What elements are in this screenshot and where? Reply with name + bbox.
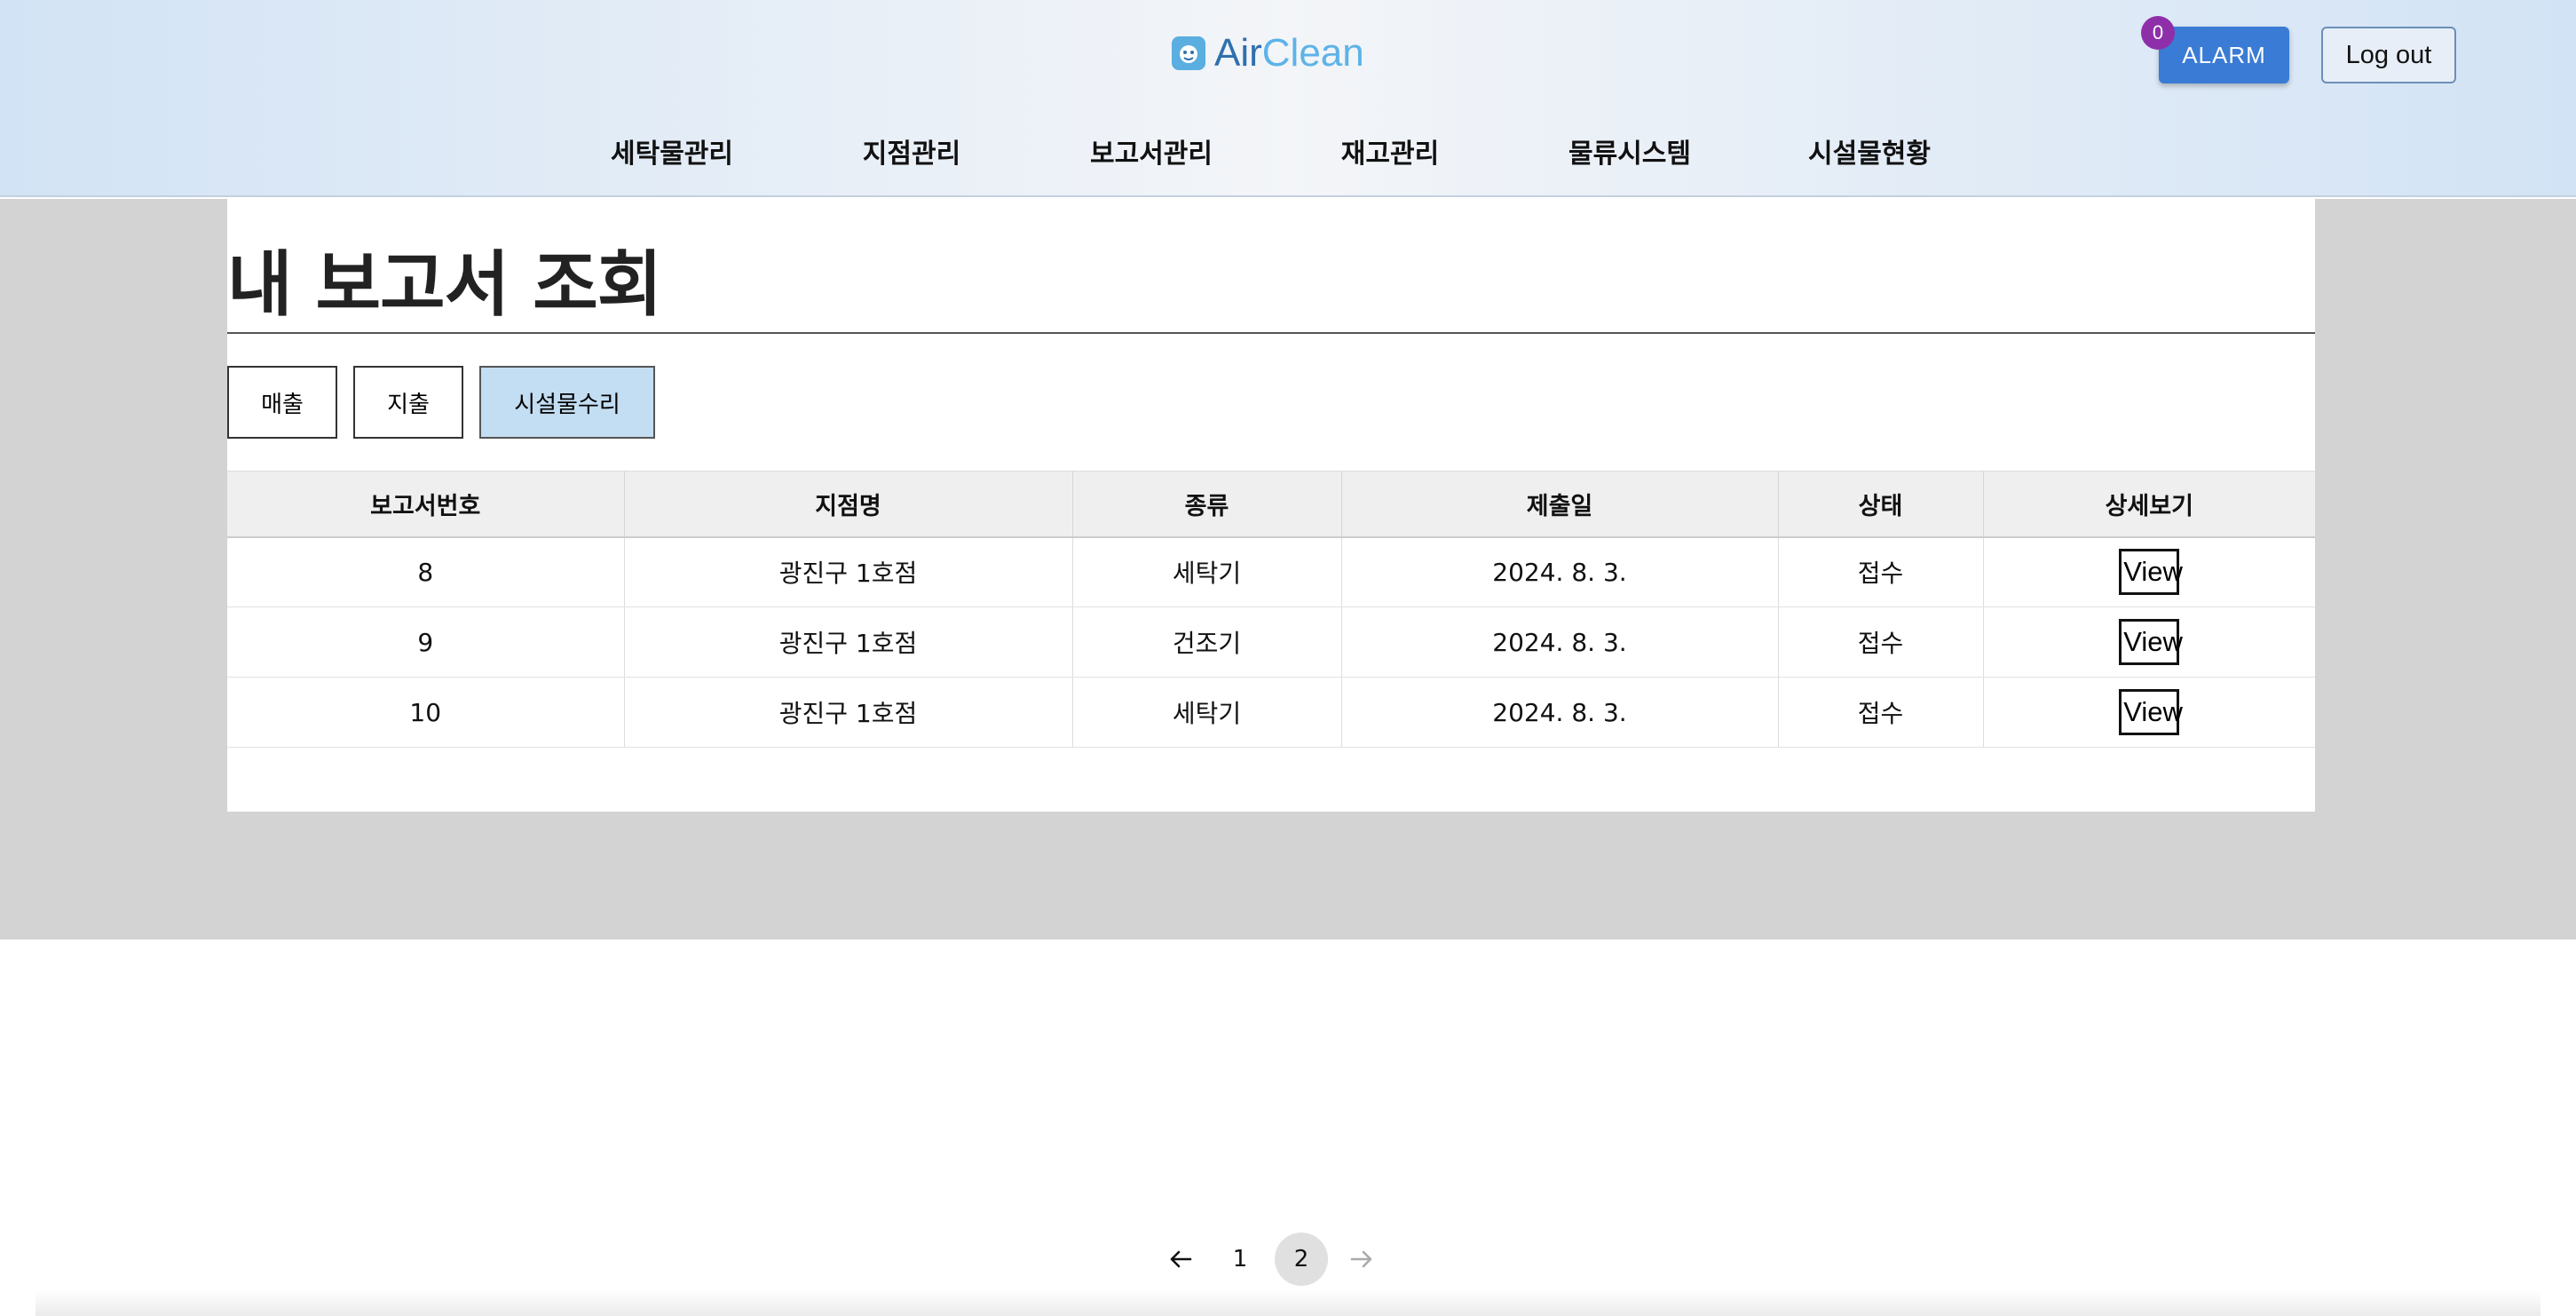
page-button-1[interactable]: 1	[1213, 1233, 1267, 1286]
detail-cell: View	[1983, 606, 2315, 678]
view-button[interactable]: View	[2119, 689, 2183, 735]
pagination: 1 2	[0, 1233, 2576, 1286]
status-cell: 접수	[1778, 677, 1984, 748]
table-row: 10 광진구 1호점 세탁기 2024. 8. 3. 접수 View	[227, 677, 2315, 748]
filter-expense-button[interactable]: 지출	[353, 366, 463, 439]
detail-cell: View	[1983, 677, 2315, 748]
column-header-type[interactable]: 종류	[1072, 471, 1342, 538]
type-cell: 건조기	[1072, 606, 1342, 678]
title-divider	[227, 332, 2315, 334]
logo-text: AirClean	[1214, 31, 1364, 75]
branch-cell: 광진구 1호점	[624, 606, 1073, 678]
report-number-cell: 9	[227, 606, 625, 678]
nav-item-inventory[interactable]: 재고관리	[1341, 131, 1439, 170]
nav-item-laundry[interactable]: 세탁물관리	[611, 131, 733, 170]
view-button[interactable]: View	[2119, 619, 2183, 665]
report-number-cell: 8	[227, 536, 625, 607]
view-button[interactable]: View	[2119, 549, 2183, 596]
nav-item-facility[interactable]: 시설물현황	[1808, 131, 1931, 170]
logo-mascot-icon	[1172, 36, 1205, 70]
column-header-detail: 상세보기	[1983, 471, 2315, 538]
report-table: 보고서번호 지점명 종류 제출일 상태 상세보기 8 광진구 1호점 세탁기 2…	[227, 471, 2315, 748]
submit-date-cell: 2024. 8. 3.	[1341, 606, 1779, 678]
detail-cell: View	[1983, 536, 2315, 607]
report-panel: 내 보고서 조회 매출 지출 시설물수리 보고서번호 지점명 종류 제출일 상태…	[227, 199, 2315, 812]
arrow-right-icon[interactable]	[1335, 1233, 1388, 1286]
filter-facility-repair-button[interactable]: 시설물수리	[479, 366, 655, 439]
status-cell: 접수	[1778, 536, 1984, 607]
main-nav: 세탁물관리 지점관리 보고서관리 재고관리 물류시스템 시설물현황	[0, 131, 2576, 170]
branch-cell: 광진구 1호점	[624, 677, 1073, 748]
table-row: 9 광진구 1호점 건조기 2024. 8. 3. 접수 View	[227, 606, 2315, 678]
status-cell: 접수	[1778, 606, 1984, 678]
page-title: 내 보고서 조회	[227, 243, 662, 326]
table-header-row: 보고서번호 지점명 종류 제출일 상태 상세보기	[227, 471, 2315, 538]
column-header-submit-date[interactable]: 제출일	[1341, 471, 1779, 538]
column-header-status[interactable]: 상태	[1778, 471, 1984, 538]
alarm-button[interactable]: ALARM	[2159, 27, 2289, 83]
app-header: AirClean ALARM 0 Log out 세탁물관리 지점관리 보고서관…	[0, 0, 2576, 197]
submit-date-cell: 2024. 8. 3.	[1341, 536, 1779, 607]
filter-sales-button[interactable]: 매출	[227, 366, 337, 439]
report-number-cell: 10	[227, 677, 625, 748]
branch-cell: 광진구 1호점	[624, 536, 1073, 607]
submit-date-cell: 2024. 8. 3.	[1341, 677, 1779, 748]
type-cell: 세탁기	[1072, 536, 1342, 607]
arrow-left-icon[interactable]	[1154, 1233, 1207, 1286]
page-button-2[interactable]: 2	[1275, 1233, 1328, 1286]
table-row: 8 광진구 1호점 세탁기 2024. 8. 3. 접수 View	[227, 536, 2315, 607]
nav-item-report[interactable]: 보고서관리	[1090, 131, 1213, 170]
type-cell: 세탁기	[1072, 677, 1342, 748]
alarm-count-badge: 0	[2141, 16, 2175, 50]
nav-item-branch[interactable]: 지점관리	[863, 131, 960, 170]
nav-item-logistics[interactable]: 물류시스템	[1569, 131, 1691, 170]
column-header-branch[interactable]: 지점명	[624, 471, 1073, 538]
airclean-logo[interactable]: AirClean	[1172, 30, 1364, 76]
column-header-report-number[interactable]: 보고서번호	[227, 471, 625, 538]
logout-button[interactable]: Log out	[2321, 27, 2456, 83]
bottom-shadow	[36, 1289, 2540, 1316]
